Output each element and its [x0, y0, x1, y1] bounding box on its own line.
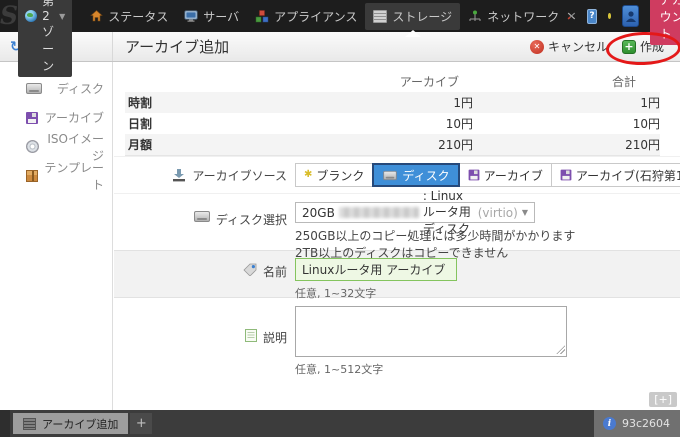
main-panel: アーカイブ 合計 時割 1円 1円 日割 10円 10円 月額 210円 210… [114, 62, 680, 410]
new-tab-button[interactable]: + [130, 413, 152, 434]
nav-label: ストレージ [392, 8, 452, 25]
nav-item-server[interactable]: サーバ [176, 3, 247, 30]
zone-label: 石狩第2ゾーン [42, 0, 54, 74]
globe-icon [25, 10, 37, 22]
table-row-hourly: 時割 1円 1円 [125, 92, 660, 113]
house-icon [90, 10, 103, 22]
disk-icon [384, 170, 398, 179]
floppy-icon [26, 112, 38, 124]
archive-source-label: アーカイブソース [192, 167, 287, 184]
help-badge-icon[interactable]: ? [587, 9, 597, 24]
bottom-tab-bar: アーカイブ追加 + i 93c2604 [0, 410, 680, 437]
disk-icon [194, 211, 210, 222]
source-option-blank[interactable]: ✱ ブランク [295, 163, 373, 187]
tab-list-handle[interactable] [0, 410, 10, 437]
disk-icon [26, 83, 42, 94]
table-row-monthly: 月額 210円 210円 [125, 134, 660, 156]
description-note: 任意, 1~512文字 [295, 362, 567, 378]
chevron-down-icon: ▼ [59, 12, 65, 21]
nav-label: アプライアンス [274, 8, 357, 25]
form-row-disk-select: ディスク選択 20GB : Linuxルータ用ディスク (virtio) ▼ 2… [114, 193, 680, 250]
brand-logo: S [0, 1, 18, 31]
zone-selector[interactable]: 石狩第2ゾーン ▼ [18, 0, 72, 77]
source-option-archive[interactable]: アーカイブ [459, 163, 552, 187]
nav-label: ネットワーク [487, 8, 559, 25]
content-area: ディスク アーカイブ ISOイメージ テンプレート アーカイブ [0, 62, 680, 410]
pricing-col-total: 合計 [473, 73, 660, 90]
info-icon: i [603, 417, 616, 430]
asterisk-icon: ✱ [304, 170, 312, 180]
main-nav: ステータス サーバ アプライアンス ストレージ ネットワーク [82, 3, 567, 30]
disk-select-label-group: ディスク選択 [114, 194, 287, 250]
disk-select-label: ディスク選択 [216, 211, 287, 228]
source-option-archive-zone1[interactable]: アーカイブ(石狩第1ゾーン) [551, 163, 680, 187]
description-textarea[interactable] [295, 306, 567, 357]
sidebar-item-template[interactable]: テンプレート [0, 161, 112, 190]
floppy-icon [468, 170, 479, 181]
redacted-text [339, 207, 419, 218]
archive-source-label-group: アーカイブソース [114, 167, 287, 184]
pricing-header-row: アーカイブ 合計 [125, 70, 660, 92]
sidebar: ディスク アーカイブ ISOイメージ テンプレート [0, 62, 113, 410]
chevron-down-icon: ▼ [522, 208, 528, 217]
source-option-disk[interactable]: ディスク [372, 163, 459, 187]
box-icon [26, 170, 38, 182]
form-row-archive-source: アーカイブソース ✱ ブランク ディスク [114, 156, 680, 193]
nav-label: サーバ [203, 8, 239, 25]
network-icon [468, 10, 482, 22]
description-label: 説明 [263, 329, 287, 346]
expand-button[interactable]: [+] [649, 392, 677, 407]
disk-select-dropdown[interactable]: 20GB : Linuxルータ用ディスク (virtio) ▼ [295, 202, 535, 223]
notification-dot-icon [608, 13, 612, 19]
form-row-name: 名前 任意, 1~32文字 [114, 250, 680, 298]
revision-text: 93c2604 [622, 417, 670, 430]
sidebar-item-label: ディスク [42, 80, 104, 97]
table-row-daily: 日割 10円 10円 [125, 113, 660, 134]
storage-icon [23, 418, 36, 430]
tab-archive-add[interactable]: アーカイブ追加 [13, 413, 128, 434]
account-button[interactable]: アカウント [650, 0, 680, 45]
archive-source-button-group: ✱ ブランク ディスク アーカイブ [295, 163, 680, 187]
nav-item-status[interactable]: ステータス [82, 3, 176, 30]
disk-note-1: 250GB以上のコピー処理には多少時間がかかります [295, 228, 575, 244]
description-label-group: 説明 [114, 298, 287, 390]
description-textarea-wrap [295, 306, 567, 357]
name-label: 名前 [263, 263, 287, 280]
pricing-col-archive: アーカイブ [248, 73, 473, 90]
pricing-table: アーカイブ 合計 時割 1円 1円 日割 10円 10円 月額 210円 210… [125, 70, 660, 156]
floppy-icon [560, 170, 571, 181]
topbar-right-group: ? アカウント [567, 0, 680, 45]
name-label-group: 名前 [114, 251, 287, 297]
memo-icon [245, 329, 257, 342]
form-row-description: 説明 任意, 1~512文字 [114, 298, 680, 390]
tools-icon[interactable] [567, 9, 576, 23]
cd-icon [26, 140, 39, 153]
sidebar-item-iso-image[interactable]: ISOイメージ [0, 132, 112, 161]
person-icon [624, 10, 638, 22]
archive-form: アーカイブソース ✱ ブランク ディスク [114, 156, 680, 390]
tab-label: アーカイブ追加 [42, 416, 118, 432]
server-icon [184, 10, 198, 22]
nav-item-storage[interactable]: ストレージ [365, 3, 460, 30]
sidebar-item-disk[interactable]: ディスク [0, 74, 112, 103]
nav-item-appliance[interactable]: アプライアンス [247, 3, 365, 30]
cancel-x-icon: ✕ [530, 40, 544, 54]
disk-driver: (virtio) [478, 206, 518, 220]
app-window: S 石狩第2ゾーン ▼ ステータス サーバ アプライアンス ストレージ [0, 0, 680, 437]
page-title: アーカイブ追加 [113, 36, 229, 57]
appliance-icon [255, 10, 269, 23]
sidebar-item-archive[interactable]: アーカイブ [0, 103, 112, 132]
tag-icon [243, 263, 257, 276]
sidebar-item-label: アーカイブ [38, 109, 104, 126]
disk-size: 20GB [302, 206, 335, 220]
nav-item-network[interactable]: ネットワーク [460, 3, 567, 30]
nav-label: ステータス [108, 8, 168, 25]
top-navigation-bar: S 石狩第2ゾーン ▼ ステータス サーバ アプライアンス ストレージ [0, 0, 680, 32]
storage-icon [373, 10, 387, 23]
revision-badge: i 93c2604 [594, 410, 680, 437]
user-button[interactable] [622, 5, 638, 27]
name-input[interactable] [295, 258, 457, 281]
sidebar-item-label: テンプレート [38, 159, 104, 193]
import-icon [172, 168, 186, 182]
